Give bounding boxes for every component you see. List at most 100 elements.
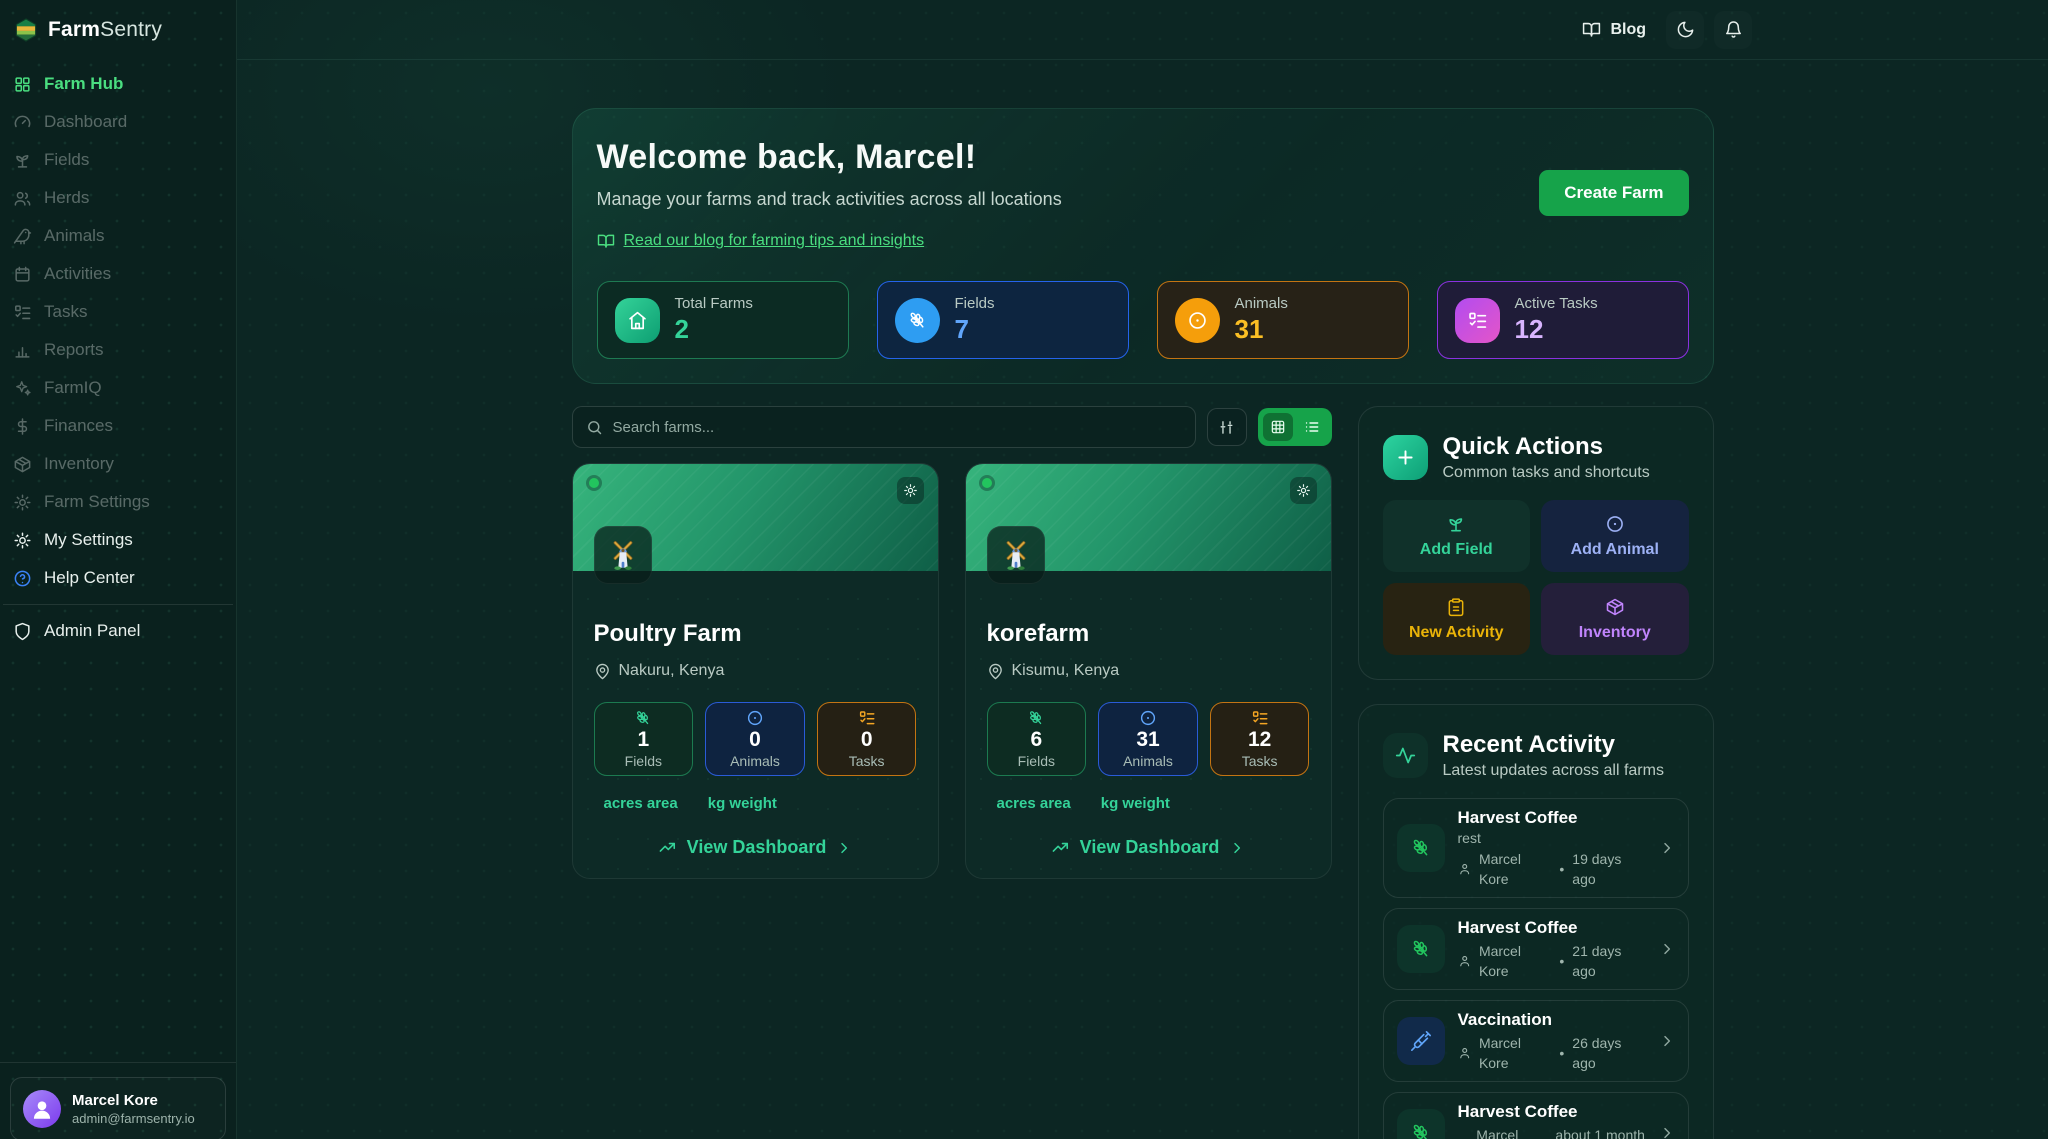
user-icon xyxy=(1458,1046,1471,1060)
farm-settings-button[interactable] xyxy=(897,477,924,504)
blog-link[interactable]: Read our blog for farming tips and insig… xyxy=(597,232,925,250)
farm-card: Poultry Farm Nakuru, Kenya 1Fields 0Anim… xyxy=(572,463,939,879)
farm-stat-value: 1 xyxy=(637,729,649,751)
farm-name: Poultry Farm xyxy=(594,620,917,648)
syringe-icon xyxy=(1397,1017,1445,1065)
activity-item[interactable]: Harvest Coffee Marcel Kore•21 days ago xyxy=(1383,908,1689,990)
farm-stat-label: Fields xyxy=(625,753,662,769)
farm-stat-value: 12 xyxy=(1248,729,1271,751)
bird-icon xyxy=(13,227,32,246)
farm-settings-button[interactable] xyxy=(1290,477,1317,504)
sidebar-item-reports[interactable]: Reports xyxy=(0,331,236,369)
book-open-icon xyxy=(1582,20,1601,39)
barn-icon xyxy=(615,298,660,343)
stat-value: 2 xyxy=(675,314,753,345)
brand-name-light: Sentry xyxy=(100,18,162,41)
book-open-icon xyxy=(597,232,615,250)
sidebar-item-help-center[interactable]: Help Center xyxy=(0,559,236,597)
inventory-button[interactable]: Inventory xyxy=(1541,583,1689,655)
checklist-icon xyxy=(858,709,876,727)
meta-separator: • xyxy=(1559,1043,1564,1063)
trending-up-icon xyxy=(1051,838,1070,857)
brand-name: FarmSentry xyxy=(48,18,162,42)
sidebar-item-farm-hub[interactable]: Farm Hub xyxy=(0,65,236,103)
profile-card[interactable]: Marcel Kore admin@farmsentry.io xyxy=(10,1077,226,1139)
sidebar-item-label: Farm Settings xyxy=(44,492,150,512)
status-dot xyxy=(589,478,599,488)
activity-item[interactable]: Vaccination Marcel Kore•26 days ago xyxy=(1383,1000,1689,1082)
sidebar-item-dashboard[interactable]: Dashboard xyxy=(0,103,236,141)
grid-view-button[interactable] xyxy=(1263,413,1293,441)
topbar: Blog xyxy=(237,0,2048,60)
notifications-button[interactable] xyxy=(1714,11,1752,49)
sidebar-divider xyxy=(3,604,233,605)
farm-stat-value: 31 xyxy=(1136,729,1159,751)
sidebar-item-label: Farm Hub xyxy=(44,74,123,94)
sidebar-item-herds[interactable]: Herds xyxy=(0,179,236,217)
gear-icon xyxy=(903,483,918,498)
sidebar-item-label: Finances xyxy=(44,416,113,436)
farm-name: korefarm xyxy=(987,620,1310,648)
sparkles-icon xyxy=(13,379,32,398)
list-view-button[interactable] xyxy=(1297,413,1327,441)
package-icon xyxy=(1605,597,1625,617)
farm-stat-label: Animals xyxy=(1123,753,1173,769)
activity-user: Marcel Kore xyxy=(1479,1033,1551,1073)
add-animal-button[interactable]: Add Animal xyxy=(1541,500,1689,572)
recent-activity-title: Recent Activity xyxy=(1443,731,1664,759)
view-dashboard-link[interactable]: View Dashboard xyxy=(594,837,917,858)
gauge-icon xyxy=(13,113,32,132)
sidebar-footer: Marcel Kore admin@farmsentry.io xyxy=(0,1062,236,1139)
activity-item[interactable]: Harvest Coffee Marcel Kore•about 1 month… xyxy=(1383,1092,1689,1139)
sidebar-item-farmiq[interactable]: FarmIQ xyxy=(0,369,236,407)
search-input[interactable] xyxy=(613,419,1182,436)
sidebar-item-tasks[interactable]: Tasks xyxy=(0,293,236,331)
farms-column: Poultry Farm Nakuru, Kenya 1Fields 0Anim… xyxy=(572,406,1332,879)
avatar xyxy=(23,1090,61,1128)
recent-activity-subtitle: Latest updates across all farms xyxy=(1443,762,1664,780)
brand-logo[interactable]: FarmSentry xyxy=(0,0,236,43)
activity-user: Marcel Kore xyxy=(1479,849,1551,889)
sidebar-item-inventory[interactable]: Inventory xyxy=(0,445,236,483)
sidebar-item-finances[interactable]: Finances xyxy=(0,407,236,445)
activity-item[interactable]: Harvest Coffee rest Marcel Kore•19 days … xyxy=(1383,798,1689,898)
stat-card-total-farms: Total Farms 2 xyxy=(597,281,849,359)
checklist-icon xyxy=(1455,298,1500,343)
create-farm-button[interactable]: Create Farm xyxy=(1539,170,1688,216)
filter-button[interactable] xyxy=(1207,408,1247,446)
blog-button[interactable]: Blog xyxy=(1572,12,1656,47)
farm-area-unit: acres area xyxy=(997,795,1071,812)
farms-toolbar xyxy=(572,406,1332,448)
bell-icon xyxy=(1724,20,1743,39)
sidebar-item-fields[interactable]: Fields xyxy=(0,141,236,179)
stat-label: Active Tasks xyxy=(1515,295,1598,312)
add-field-button[interactable]: Add Field xyxy=(1383,500,1531,572)
wheat-icon xyxy=(1397,824,1445,872)
stats-row: Total Farms 2 Fields 7 Animals 31 xyxy=(597,281,1689,359)
wheat-icon xyxy=(1397,1109,1445,1139)
chevron-right-icon xyxy=(836,840,852,856)
sprout-icon xyxy=(13,151,32,170)
user-icon xyxy=(1458,862,1471,876)
activity-list: Harvest Coffee rest Marcel Kore•19 days … xyxy=(1383,798,1689,1139)
farm-stat-value: 6 xyxy=(1030,729,1042,751)
sidebar-item-admin-panel[interactable]: Admin Panel xyxy=(0,612,236,650)
status-dot xyxy=(982,478,992,488)
user-icon xyxy=(29,1096,55,1122)
farm-weight-unit: kg weight xyxy=(1101,795,1170,812)
view-dashboard-link[interactable]: View Dashboard xyxy=(987,837,1310,858)
sidebar-item-animals[interactable]: Animals xyxy=(0,217,236,255)
farm-card: korefarm Kisumu, Kenya 6Fields 31Animals… xyxy=(965,463,1332,879)
list-view-icon xyxy=(1304,419,1320,435)
grid-icon xyxy=(13,75,32,94)
content-container: Welcome back, Marcel! Manage your farms … xyxy=(572,108,1714,1139)
new-activity-button[interactable]: New Activity xyxy=(1383,583,1531,655)
sidebar-item-farm-settings[interactable]: Farm Settings xyxy=(0,483,236,521)
sidebar-item-activities[interactable]: Activities xyxy=(0,255,236,293)
quick-actions-subtitle: Common tasks and shortcuts xyxy=(1443,464,1650,482)
theme-toggle-button[interactable] xyxy=(1666,11,1704,49)
farm-stat-animals: 31 Animals xyxy=(1098,702,1198,776)
profile-email: admin@farmsentry.io xyxy=(72,1111,195,1126)
stat-value: 12 xyxy=(1515,314,1598,345)
sidebar-item-my-settings[interactable]: My Settings xyxy=(0,521,236,559)
